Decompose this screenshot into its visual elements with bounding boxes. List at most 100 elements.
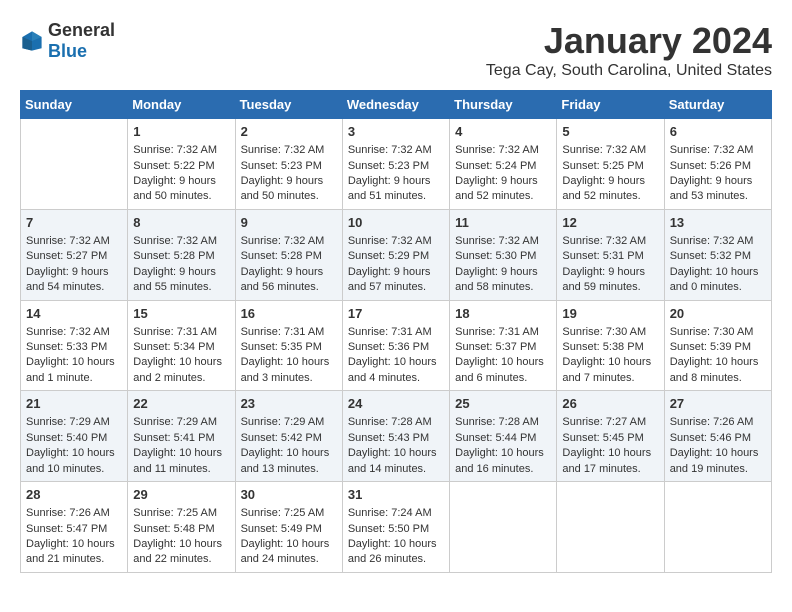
header-monday: Monday bbox=[128, 91, 235, 119]
day-number: 11 bbox=[455, 214, 551, 232]
logo: General Blue bbox=[20, 20, 115, 62]
sunset-text: Sunset: 5:23 PM bbox=[348, 160, 429, 172]
header-friday: Friday bbox=[557, 91, 664, 119]
daylight-text: Daylight: 9 hours and 52 minutes. bbox=[455, 175, 538, 202]
sunrise-text: Sunrise: 7:24 AM bbox=[348, 507, 432, 519]
sunrise-text: Sunrise: 7:32 AM bbox=[348, 144, 432, 156]
sunset-text: Sunset: 5:28 PM bbox=[241, 250, 322, 262]
sunset-text: Sunset: 5:49 PM bbox=[241, 523, 322, 535]
calendar-subtitle: Tega Cay, South Carolina, United States bbox=[486, 62, 772, 80]
sunset-text: Sunset: 5:30 PM bbox=[455, 250, 536, 262]
sunrise-text: Sunrise: 7:31 AM bbox=[348, 326, 432, 338]
sunrise-text: Sunrise: 7:32 AM bbox=[133, 144, 217, 156]
day-number: 5 bbox=[562, 123, 658, 141]
header-saturday: Saturday bbox=[664, 91, 771, 119]
sunrise-text: Sunrise: 7:32 AM bbox=[455, 235, 539, 247]
sunset-text: Sunset: 5:43 PM bbox=[348, 432, 429, 444]
calendar-cell-w2-d2: 8 Sunrise: 7:32 AM Sunset: 5:28 PM Daylight… bbox=[128, 209, 235, 300]
day-number: 9 bbox=[241, 214, 337, 232]
sunrise-text: Sunrise: 7:32 AM bbox=[670, 144, 754, 156]
sunrise-text: Sunrise: 7:26 AM bbox=[26, 507, 110, 519]
calendar-cell-w2-d3: 9Sunrise: 7:32 AMSunset: 5:28 PMDaylight… bbox=[235, 209, 342, 300]
sunrise-text: Sunrise: 7:26 AM bbox=[670, 416, 754, 428]
calendar-cell-w1-d1 bbox=[21, 119, 128, 210]
calendar-cell-w3-d3: 16Sunrise: 7:31 AMSunset: 5:35 PMDayligh… bbox=[235, 300, 342, 391]
calendar-cell-w5-d4: 31Sunrise: 7:24 AMSunset: 5:50 PMDayligh… bbox=[342, 482, 449, 573]
sunrise-text: Sunrise: 7:29 AM bbox=[26, 416, 110, 428]
day-number: 31 bbox=[348, 486, 444, 504]
daylight-text: Daylight: 10 hours and 1 minute. bbox=[26, 356, 115, 383]
week-row-4: 21Sunrise: 7:29 AMSunset: 5:40 PMDayligh… bbox=[21, 391, 772, 482]
daylight-text: Daylight: 9 hours and 54 minutes. bbox=[26, 266, 109, 293]
sunset-text: Sunset: 5:23 PM bbox=[241, 160, 322, 172]
calendar-cell-w3-d5: 18Sunrise: 7:31 AMSunset: 5:37 PMDayligh… bbox=[450, 300, 557, 391]
calendar-cell-w5-d6 bbox=[557, 482, 664, 573]
calendar-cell-w2-d1: 7Sunrise: 7:32 AMSunset: 5:27 PMDaylight… bbox=[21, 209, 128, 300]
daylight-text: Daylight: 10 hours and 13 minutes. bbox=[241, 447, 330, 474]
sunset-text: Sunset: 5:48 PM bbox=[133, 523, 214, 535]
daylight-text: Daylight: 10 hours and 22 minutes. bbox=[133, 538, 222, 565]
day-number: 4 bbox=[455, 123, 551, 141]
daylight-text: Daylight: 10 hours and 4 minutes. bbox=[348, 356, 437, 383]
calendar-cell-w1-d2: 1Sunrise: 7:32 AMSunset: 5:22 PMDaylight… bbox=[128, 119, 235, 210]
sunset-text: Sunset: 5:25 PM bbox=[562, 160, 643, 172]
calendar-cell-w3-d1: 14Sunrise: 7:32 AMSunset: 5:33 PMDayligh… bbox=[21, 300, 128, 391]
header-thursday: Thursday bbox=[450, 91, 557, 119]
calendar-cell-w1-d7: 6Sunrise: 7:32 AMSunset: 5:26 PMDaylight… bbox=[664, 119, 771, 210]
sunrise-text: Sunrise: 7:32 AM bbox=[133, 235, 217, 247]
sunset-text: Sunset: 5:47 PM bbox=[26, 523, 107, 535]
daylight-text: Daylight: 9 hours and 50 minutes. bbox=[241, 175, 324, 202]
sunrise-text: Sunrise: 7:32 AM bbox=[348, 235, 432, 247]
sunrise-text: Sunrise: 7:30 AM bbox=[562, 326, 646, 338]
sunrise-text: Sunrise: 7:31 AM bbox=[455, 326, 539, 338]
calendar-cell-w2-d6: 12Sunrise: 7:32 AMSunset: 5:31 PMDayligh… bbox=[557, 209, 664, 300]
day-number: 30 bbox=[241, 486, 337, 504]
day-number: 17 bbox=[348, 305, 444, 323]
sunrise-text: Sunrise: 7:32 AM bbox=[241, 144, 325, 156]
sunset-text: Sunset: 5:41 PM bbox=[133, 432, 214, 444]
calendar-cell-w3-d7: 20Sunrise: 7:30 AMSunset: 5:39 PMDayligh… bbox=[664, 300, 771, 391]
sunset-text: Sunset: 5:26 PM bbox=[670, 160, 751, 172]
sunset-text: Sunset: 5:38 PM bbox=[562, 341, 643, 353]
day-number: 1 bbox=[133, 123, 229, 141]
sunset-text: Sunset: 5:24 PM bbox=[455, 160, 536, 172]
sunset-text: Sunset: 5:27 PM bbox=[26, 250, 107, 262]
header-tuesday: Tuesday bbox=[235, 91, 342, 119]
sunrise-text: Sunrise: 7:30 AM bbox=[670, 326, 754, 338]
day-number: 22 bbox=[133, 395, 229, 413]
sunrise-text: Sunrise: 7:32 AM bbox=[562, 235, 646, 247]
logo-text: General Blue bbox=[48, 20, 115, 62]
calendar-cell-w1-d6: 5Sunrise: 7:32 AMSunset: 5:25 PMDaylight… bbox=[557, 119, 664, 210]
header-sunday: Sunday bbox=[21, 91, 128, 119]
calendar-cell-w4-d4: 24Sunrise: 7:28 AMSunset: 5:43 PMDayligh… bbox=[342, 391, 449, 482]
daylight-text: Daylight: 9 hours and 59 minutes. bbox=[562, 266, 645, 293]
daylight-text: Daylight: 9 hours and 55 minutes. bbox=[133, 266, 216, 293]
daylight-text: Daylight: 9 hours and 57 minutes. bbox=[348, 266, 431, 293]
daylight-text: Daylight: 10 hours and 21 minutes. bbox=[26, 538, 115, 565]
sunset-text: Sunset: 5:35 PM bbox=[241, 341, 322, 353]
sunset-text: Sunset: 5:46 PM bbox=[670, 432, 751, 444]
daylight-text: Daylight: 10 hours and 11 minutes. bbox=[133, 447, 222, 474]
daylight-text: Daylight: 10 hours and 24 minutes. bbox=[241, 538, 330, 565]
day-number: 15 bbox=[133, 305, 229, 323]
calendar-table: Sunday Monday Tuesday Wednesday Thursday… bbox=[20, 90, 772, 573]
day-number: 29 bbox=[133, 486, 229, 504]
day-number: 6 bbox=[670, 123, 766, 141]
daylight-text: Daylight: 9 hours and 52 minutes. bbox=[562, 175, 645, 202]
day-number: 20 bbox=[670, 305, 766, 323]
calendar-cell-w4-d2: 22Sunrise: 7:29 AMSunset: 5:41 PMDayligh… bbox=[128, 391, 235, 482]
day-number: 28 bbox=[26, 486, 122, 504]
sunset-text: Sunset: 5:39 PM bbox=[670, 341, 751, 353]
calendar-cell-w3-d6: 19Sunrise: 7:30 AMSunset: 5:38 PMDayligh… bbox=[557, 300, 664, 391]
sunrise-text: Sunrise: 7:29 AM bbox=[241, 416, 325, 428]
day-number: 8 bbox=[133, 214, 229, 232]
sunrise-text: Sunrise: 7:28 AM bbox=[348, 416, 432, 428]
daylight-text: Daylight: 10 hours and 10 minutes. bbox=[26, 447, 115, 474]
sunset-text: Sunset: 5:28 PM bbox=[133, 250, 214, 262]
calendar-cell-w1-d4: 3Sunrise: 7:32 AMSunset: 5:23 PMDaylight… bbox=[342, 119, 449, 210]
day-number: 2 bbox=[241, 123, 337, 141]
sunset-text: Sunset: 5:40 PM bbox=[26, 432, 107, 444]
day-number: 3 bbox=[348, 123, 444, 141]
sunrise-text: Sunrise: 7:27 AM bbox=[562, 416, 646, 428]
sunrise-text: Sunrise: 7:28 AM bbox=[455, 416, 539, 428]
